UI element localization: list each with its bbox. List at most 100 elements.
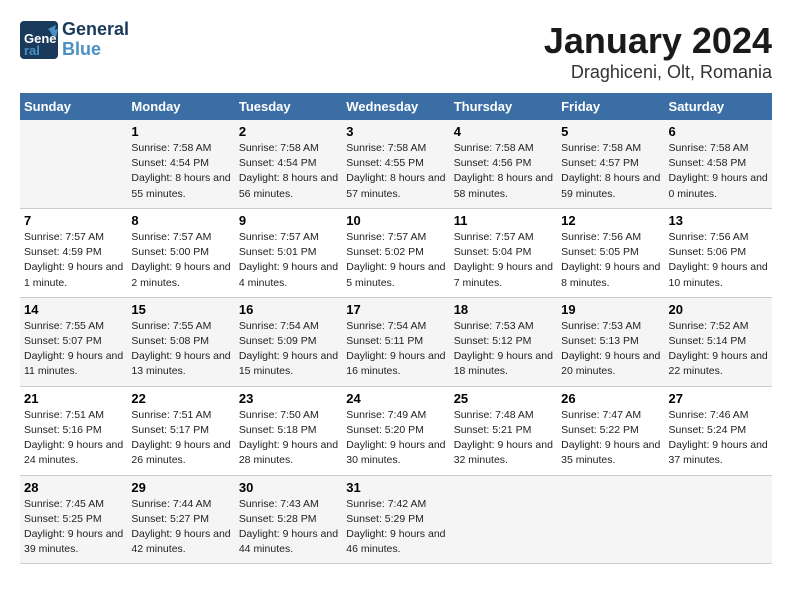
week-row-1: 1 Sunrise: 7:58 AMSunset: 4:54 PMDaylight… xyxy=(20,120,772,208)
header-cell-tuesday: Tuesday xyxy=(235,93,342,120)
day-info: Sunrise: 7:55 AMSunset: 5:08 PMDaylight:… xyxy=(131,319,230,380)
header-cell-saturday: Saturday xyxy=(665,93,772,120)
day-number: 28 xyxy=(24,480,123,495)
day-number: 16 xyxy=(239,302,338,317)
day-info: Sunrise: 7:54 AMSunset: 5:09 PMDaylight:… xyxy=(239,319,338,380)
day-cell: 13 Sunrise: 7:56 AMSunset: 5:06 PMDayligh… xyxy=(665,208,772,297)
day-number: 25 xyxy=(454,391,553,406)
day-cell: 3 Sunrise: 7:58 AMSunset: 4:55 PMDaylight… xyxy=(342,120,449,208)
day-info: Sunrise: 7:57 AMSunset: 5:00 PMDaylight:… xyxy=(131,230,230,291)
day-info: Sunrise: 7:50 AMSunset: 5:18 PMDaylight:… xyxy=(239,408,338,469)
day-cell: 29Sunrise: 7:44 AMSunset: 5:27 PMDayligh… xyxy=(127,475,234,564)
day-cell: 1 Sunrise: 7:58 AMSunset: 4:54 PMDaylight… xyxy=(127,120,234,208)
day-cell xyxy=(665,475,772,564)
day-cell: 9 Sunrise: 7:57 AMSunset: 5:01 PMDaylight… xyxy=(235,208,342,297)
day-info: Sunrise: 7:49 AMSunset: 5:20 PMDaylight:… xyxy=(346,408,445,469)
day-number: 15 xyxy=(131,302,230,317)
calendar-title: January 2024 xyxy=(544,20,772,62)
day-cell: 10Sunrise: 7:57 AMSunset: 5:02 PMDayligh… xyxy=(342,208,449,297)
day-number: 31 xyxy=(346,480,445,495)
day-number: 26 xyxy=(561,391,660,406)
day-number: 18 xyxy=(454,302,553,317)
day-info: Sunrise: 7:52 AMSunset: 5:14 PMDaylight:… xyxy=(669,319,768,380)
logo-text-general: General xyxy=(62,20,129,40)
day-cell: 31 Sunrise: 7:42 AMSunset: 5:29 PMDayligh… xyxy=(342,475,449,564)
day-cell: 28 Sunrise: 7:45 AMSunset: 5:25 PMDayligh… xyxy=(20,475,127,564)
day-cell: 25 Sunrise: 7:48 AMSunset: 5:21 PMDayligh… xyxy=(450,386,557,475)
day-info: Sunrise: 7:57 AMSunset: 4:59 PMDaylight:… xyxy=(24,230,123,291)
day-info: Sunrise: 7:45 AMSunset: 5:25 PMDaylight:… xyxy=(24,497,123,558)
calendar-subtitle: Draghiceni, Olt, Romania xyxy=(544,62,772,83)
day-number: 14 xyxy=(24,302,123,317)
day-number: 6 xyxy=(669,124,768,139)
day-number: 4 xyxy=(454,124,553,139)
day-info: Sunrise: 7:56 AMSunset: 5:06 PMDaylight:… xyxy=(669,230,768,291)
day-cell: 16 Sunrise: 7:54 AMSunset: 5:09 PMDayligh… xyxy=(235,297,342,386)
day-cell: 24 Sunrise: 7:49 AMSunset: 5:20 PMDayligh… xyxy=(342,386,449,475)
day-number: 20 xyxy=(669,302,768,317)
day-cell: 27Sunrise: 7:46 AMSunset: 5:24 PMDayligh… xyxy=(665,386,772,475)
day-number: 1 xyxy=(131,124,230,139)
day-number: 17 xyxy=(346,302,445,317)
week-row-2: 7 Sunrise: 7:57 AMSunset: 4:59 PMDaylight… xyxy=(20,208,772,297)
day-number: 24 xyxy=(346,391,445,406)
header-cell-friday: Friday xyxy=(557,93,664,120)
week-row-5: 28 Sunrise: 7:45 AMSunset: 5:25 PMDayligh… xyxy=(20,475,772,564)
day-info: Sunrise: 7:58 AMSunset: 4:54 PMDaylight:… xyxy=(131,141,230,202)
day-cell xyxy=(450,475,557,564)
svg-text:ral: ral xyxy=(24,43,40,58)
header: Gene ral General Blue January 2024 Dragh… xyxy=(20,20,772,83)
day-info: Sunrise: 7:57 AMSunset: 5:01 PMDaylight:… xyxy=(239,230,338,291)
day-cell: 23 Sunrise: 7:50 AMSunset: 5:18 PMDayligh… xyxy=(235,386,342,475)
day-number: 11 xyxy=(454,213,553,228)
day-number: 5 xyxy=(561,124,660,139)
day-info: Sunrise: 7:57 AMSunset: 5:04 PMDaylight:… xyxy=(454,230,553,291)
header-cell-thursday: Thursday xyxy=(450,93,557,120)
day-number: 23 xyxy=(239,391,338,406)
day-number: 30 xyxy=(239,480,338,495)
day-info: Sunrise: 7:43 AMSunset: 5:28 PMDaylight:… xyxy=(239,497,338,558)
day-cell: 21Sunrise: 7:51 AMSunset: 5:16 PMDayligh… xyxy=(20,386,127,475)
day-info: Sunrise: 7:42 AMSunset: 5:29 PMDaylight:… xyxy=(346,497,445,558)
logo-icon: Gene ral xyxy=(20,21,58,59)
day-cell: 26 Sunrise: 7:47 AMSunset: 5:22 PMDayligh… xyxy=(557,386,664,475)
day-info: Sunrise: 7:48 AMSunset: 5:21 PMDaylight:… xyxy=(454,408,553,469)
day-number: 13 xyxy=(669,213,768,228)
day-cell: 18 Sunrise: 7:53 AMSunset: 5:12 PMDayligh… xyxy=(450,297,557,386)
day-info: Sunrise: 7:58 AMSunset: 4:54 PMDaylight:… xyxy=(239,141,338,202)
day-info: Sunrise: 7:51 AMSunset: 5:17 PMDaylight:… xyxy=(131,408,230,469)
day-cell: 22 Sunrise: 7:51 AMSunset: 5:17 PMDayligh… xyxy=(127,386,234,475)
logo-text-blue: Blue xyxy=(62,40,129,60)
day-cell: 15 Sunrise: 7:55 AMSunset: 5:08 PMDayligh… xyxy=(127,297,234,386)
day-info: Sunrise: 7:58 AMSunset: 4:55 PMDaylight:… xyxy=(346,141,445,202)
day-number: 7 xyxy=(24,213,123,228)
day-cell: 11 Sunrise: 7:57 AMSunset: 5:04 PMDayligh… xyxy=(450,208,557,297)
day-info: Sunrise: 7:54 AMSunset: 5:11 PMDaylight:… xyxy=(346,319,445,380)
day-number: 12 xyxy=(561,213,660,228)
calendar-table: SundayMondayTuesdayWednesdayThursdayFrid… xyxy=(20,93,772,564)
day-number: 2 xyxy=(239,124,338,139)
day-info: Sunrise: 7:56 AMSunset: 5:05 PMDaylight:… xyxy=(561,230,660,291)
header-cell-monday: Monday xyxy=(127,93,234,120)
day-cell xyxy=(557,475,664,564)
day-info: Sunrise: 7:53 AMSunset: 5:12 PMDaylight:… xyxy=(454,319,553,380)
day-number: 22 xyxy=(131,391,230,406)
day-number: 10 xyxy=(346,213,445,228)
day-number: 9 xyxy=(239,213,338,228)
day-cell: 5 Sunrise: 7:58 AMSunset: 4:57 PMDaylight… xyxy=(557,120,664,208)
day-number: 8 xyxy=(131,213,230,228)
day-cell: 30 Sunrise: 7:43 AMSunset: 5:28 PMDayligh… xyxy=(235,475,342,564)
day-cell: 8 Sunrise: 7:57 AMSunset: 5:00 PMDaylight… xyxy=(127,208,234,297)
week-row-3: 14Sunrise: 7:55 AMSunset: 5:07 PMDayligh… xyxy=(20,297,772,386)
title-area: January 2024 Draghiceni, Olt, Romania xyxy=(544,20,772,83)
day-number: 3 xyxy=(346,124,445,139)
day-info: Sunrise: 7:44 AMSunset: 5:27 PMDaylight:… xyxy=(131,497,230,558)
day-info: Sunrise: 7:58 AMSunset: 4:57 PMDaylight:… xyxy=(561,141,660,202)
day-info: Sunrise: 7:47 AMSunset: 5:22 PMDaylight:… xyxy=(561,408,660,469)
day-cell: 20 Sunrise: 7:52 AMSunset: 5:14 PMDayligh… xyxy=(665,297,772,386)
day-cell: 4 Sunrise: 7:58 AMSunset: 4:56 PMDaylight… xyxy=(450,120,557,208)
day-cell: 17 Sunrise: 7:54 AMSunset: 5:11 PMDayligh… xyxy=(342,297,449,386)
header-cell-wednesday: Wednesday xyxy=(342,93,449,120)
day-info: Sunrise: 7:58 AMSunset: 4:56 PMDaylight:… xyxy=(454,141,553,202)
header-cell-sunday: Sunday xyxy=(20,93,127,120)
